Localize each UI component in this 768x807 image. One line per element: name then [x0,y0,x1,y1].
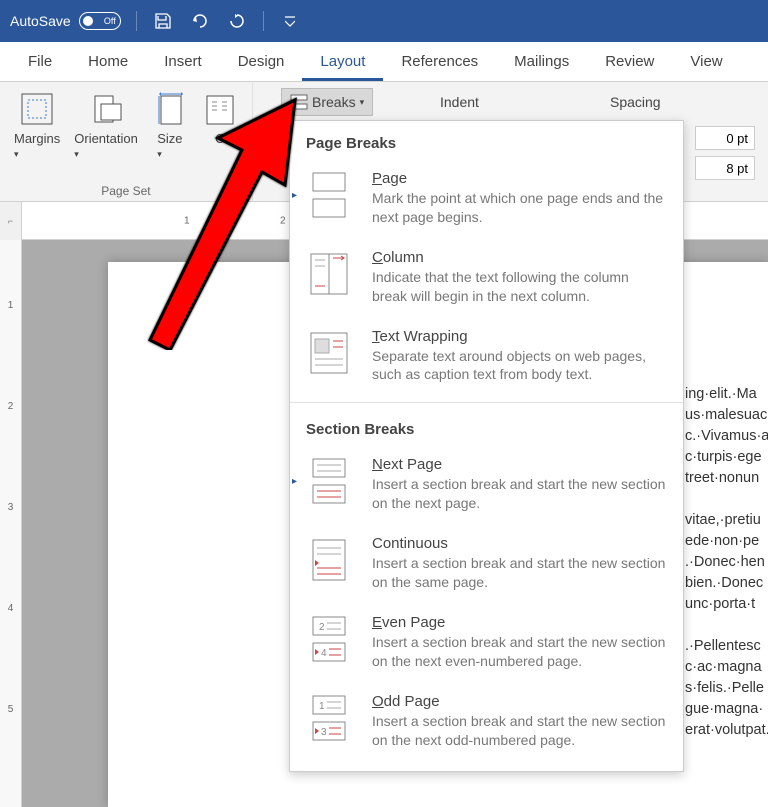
next-page-break-item[interactable]: ▸ Next Page Insert a section break and s… [290,448,683,527]
item-title: Even Page [372,614,667,631]
spacing-group: Spacing [610,94,661,116]
item-title: Continuous [372,535,667,552]
odd-page-break-item[interactable]: 13 Odd Page Insert a section break and s… [290,685,683,764]
item-desc: Insert a section break and start the new… [372,712,667,750]
spacing-after-input[interactable]: 8 pt [695,156,755,180]
orientation-button[interactable]: Orientation▾ [68,87,144,181]
ruler-tick: 1 [0,300,21,311]
item-title: Column [372,249,667,266]
page-setup-group: Margins▾ Orientation▾ Size▾ C P [0,82,253,201]
svg-text:4: 4 [321,648,327,659]
ruler-tick: 4 [0,603,21,614]
margins-label: Margins [14,131,60,146]
document-text: ing·elit.·Ma us·malesuac c.·Vivamus·a c·… [685,384,768,741]
page-breaks-header: Page Breaks [290,121,683,162]
breaks-label: Breaks [312,94,356,110]
autosave-label: AutoSave [10,13,71,29]
column-break-item[interactable]: Column Indicate that the text following … [290,241,683,320]
item-desc: Mark the point at which one page ends an… [372,189,667,227]
even-page-break-item[interactable]: 24 Even Page Insert a section break and … [290,606,683,685]
customize-qat-icon[interactable] [279,10,301,32]
vertical-ruler[interactable]: 1 2 3 4 5 [0,240,22,807]
ruler-tick: 2 [0,401,21,412]
text-wrapping-icon [306,328,352,378]
text-wrapping-break-item[interactable]: Text Wrapping Separate text around objec… [290,320,683,399]
tab-references[interactable]: References [383,45,496,81]
margins-button[interactable]: Margins▾ [8,87,66,181]
tab-view[interactable]: View [672,45,740,81]
autosave-state: Off [104,16,116,26]
tab-insert[interactable]: Insert [146,45,220,81]
item-title: Next Page [372,456,667,473]
redo-icon[interactable] [226,10,248,32]
page-setup-group-label: Page Set [101,181,150,201]
even-page-icon: 24 [306,614,352,664]
tab-file[interactable]: File [10,45,70,81]
size-icon [152,91,188,127]
svg-text:3: 3 [321,727,327,738]
item-desc: Indicate that the text following the col… [372,268,667,306]
breaks-icon [290,94,308,110]
active-caret-icon: ▸ [292,190,297,201]
item-desc: Insert a section break and start the new… [372,554,667,592]
ruler-corner: ⌐ [0,202,22,240]
columns-button[interactable]: C [196,87,244,181]
next-page-icon [306,456,352,506]
orientation-icon [88,91,124,127]
page-break-item[interactable]: ▸ Page Mark the point at which one page … [290,162,683,241]
autosave-toggle[interactable]: Off [79,12,121,30]
svg-text:1: 1 [319,701,325,712]
size-button[interactable]: Size▾ [146,87,194,181]
column-break-icon [306,249,352,299]
separator [136,11,137,31]
spacing-label: Spacing [610,94,661,110]
item-title: Text Wrapping [372,328,667,345]
tab-home[interactable]: Home [70,45,146,81]
section-breaks-header: Section Breaks [290,407,683,448]
tab-design[interactable]: Design [220,45,303,81]
tab-mailings[interactable]: Mailings [496,45,587,81]
separator [263,11,264,31]
undo-icon[interactable] [189,10,211,32]
tab-review[interactable]: Review [587,45,672,81]
title-bar: AutoSave Off [0,0,768,42]
page-break-icon [306,170,352,220]
indent-label: Indent [440,94,479,110]
breaks-button[interactable]: Breaks ▾ [281,88,373,116]
columns-icon [202,91,238,127]
item-desc: Insert a section break and start the new… [372,633,667,671]
ruler-tick: 1 [184,215,190,226]
item-title: Odd Page [372,693,667,710]
ruler-tick: 2 [280,215,286,226]
save-icon[interactable] [152,10,174,32]
continuous-break-item[interactable]: Continuous Insert a section break and st… [290,527,683,606]
active-caret-icon: ▸ [292,476,297,487]
svg-text:2: 2 [319,622,325,633]
item-desc: Insert a section break and start the new… [372,475,667,513]
odd-page-icon: 13 [306,693,352,743]
size-label: Size [157,131,182,146]
margins-icon [19,91,55,127]
item-desc: Separate text around objects on web page… [372,347,667,385]
chevron-down-icon: ▾ [360,97,365,108]
indent-group: Indent [440,94,479,116]
ribbon-tabs: File Home Insert Design Layout Reference… [0,42,768,82]
item-title: Page [372,170,667,187]
columns-label: C [215,131,224,146]
continuous-icon [306,535,352,585]
ruler-tick: 3 [0,502,21,513]
breaks-dropdown: Page Breaks ▸ Page Mark the point at whi… [289,120,684,772]
separator [290,402,683,403]
spacing-before-input[interactable]: 0 pt [695,126,755,150]
tab-layout[interactable]: Layout [302,45,383,81]
orientation-label: Orientation [74,131,138,146]
ruler-tick: 5 [0,704,21,715]
autosave-control[interactable]: AutoSave Off [10,12,121,30]
